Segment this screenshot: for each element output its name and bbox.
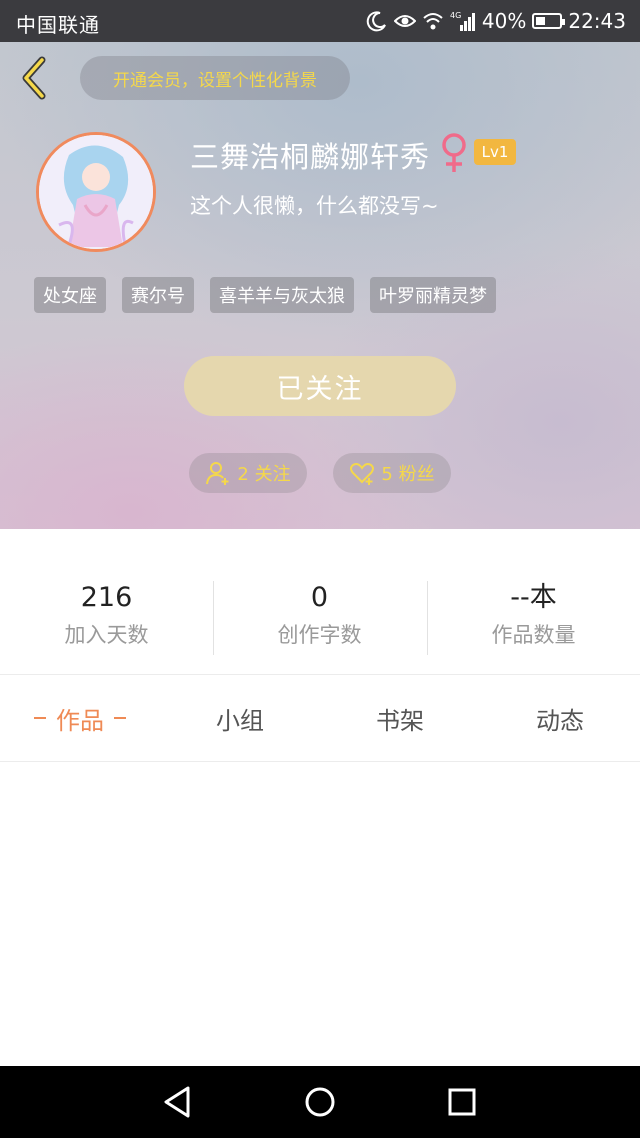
- stat-value: 216: [80, 582, 133, 613]
- following-count-button[interactable]: 2 关注: [189, 453, 307, 493]
- tag-item[interactable]: 喜羊羊与灰太狼: [210, 277, 354, 313]
- tab-groups[interactable]: 小组: [160, 675, 320, 761]
- stat-label: 作品数量: [491, 623, 576, 647]
- level-badge: Lv1: [474, 139, 516, 165]
- stat-value: --本: [510, 582, 557, 613]
- signal-icon: 4G: [450, 11, 475, 31]
- interest-tags: 处女座 赛尔号 喜羊羊与灰太狼 叶罗丽精灵梦: [34, 277, 496, 313]
- battery-icon: [532, 13, 566, 29]
- avatar[interactable]: [36, 132, 156, 252]
- network-type: 4G: [450, 11, 461, 20]
- vip-background-prompt[interactable]: 开通会员，设置个性化背景: [80, 56, 350, 100]
- profile-tabs: 作品 小组 书架 动态: [0, 675, 640, 762]
- system-nav-bar: [0, 1066, 640, 1138]
- tab-bookshelf[interactable]: 书架: [320, 675, 480, 761]
- profile-stats: 216 加入天数 0 创作字数 --本 作品数量: [0, 529, 640, 675]
- battery-fill: [536, 17, 546, 25]
- tab-label: 动态: [536, 706, 584, 735]
- tab-indicator-left: [34, 717, 46, 719]
- tag-item[interactable]: 赛尔号: [122, 277, 194, 313]
- heart-icon: [350, 463, 375, 485]
- stat-value: 0: [310, 582, 329, 613]
- status-bar: 中国联通 4G 40% 22:43: [0, 0, 640, 42]
- carrier-name: 中国联通: [16, 13, 100, 37]
- tab-activity[interactable]: 动态: [480, 675, 640, 761]
- tab-label: 书架: [376, 706, 424, 735]
- back-triangle-icon[interactable]: [158, 1082, 198, 1122]
- status-icons: 4G 40% 22:43: [366, 9, 626, 33]
- fans-count-button[interactable]: 5 粉丝: [333, 453, 451, 493]
- home-circle-icon[interactable]: [300, 1082, 340, 1122]
- back-arrow-icon[interactable]: [14, 54, 56, 102]
- avatar-illustration: [39, 135, 153, 249]
- user-add-icon: [206, 462, 229, 485]
- battery-percent: 40%: [481, 9, 527, 33]
- recents-square-icon[interactable]: [442, 1082, 482, 1122]
- eye-icon: [393, 15, 416, 27]
- tab-works[interactable]: 作品: [0, 675, 160, 761]
- stat-label: 加入天数: [64, 623, 149, 647]
- username: 三舞浩桐麟娜轩秀: [190, 140, 431, 174]
- female-gender-icon: [442, 133, 466, 172]
- tag-item[interactable]: 叶罗丽精灵梦: [370, 277, 496, 313]
- clock: 22:43: [568, 9, 626, 33]
- profile-header: 开通会员，设置个性化背景 三舞浩桐麟娜轩秀 Lv1 这个人很懒，什么都没写~ 处…: [0, 42, 640, 529]
- tab-indicator-right: [114, 717, 126, 719]
- stat-word-count: 0 创作字数: [213, 581, 426, 649]
- stat-works-count: --本 作品数量: [427, 581, 640, 649]
- tab-label: 小组: [216, 706, 264, 735]
- tab-label: 作品: [56, 706, 104, 735]
- followed-button[interactable]: 已关注: [184, 356, 456, 416]
- tag-item[interactable]: 处女座: [34, 277, 106, 313]
- fans-count-label: 5 粉丝: [381, 464, 435, 485]
- moon-icon: [366, 11, 386, 32]
- bio-text: 这个人很懒，什么都没写~: [190, 194, 439, 218]
- stat-join-days: 216 加入天数: [0, 581, 213, 649]
- stat-label: 创作字数: [277, 623, 362, 647]
- following-count-label: 2 关注: [237, 464, 291, 485]
- wifi-icon: [423, 13, 443, 30]
